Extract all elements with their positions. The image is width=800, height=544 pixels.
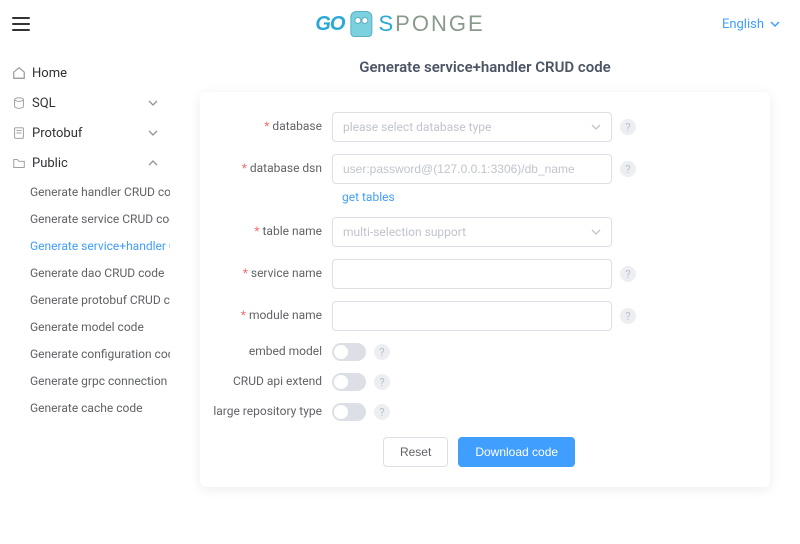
get-tables-link[interactable]: get tables [342, 190, 395, 204]
form-actions: Reset Download code [212, 437, 746, 467]
sidebar-subitem[interactable]: Generate handler CRUD code [0, 178, 170, 205]
menu-toggle-icon[interactable] [12, 17, 30, 31]
sidebar-item-label: SQL [32, 96, 56, 111]
form-row-large-repo: large repository type ? [212, 403, 746, 421]
reset-button[interactable]: Reset [383, 437, 448, 467]
chevron-up-icon [148, 158, 158, 168]
dsn-input[interactable] [332, 154, 612, 184]
sidebar-item-public[interactable]: Public [0, 148, 170, 178]
form-row-dsn: *database dsn ? [212, 154, 746, 184]
table-name-label: *table name [212, 224, 332, 240]
chevron-down-icon [148, 128, 158, 138]
sidebar-item-label: Home [32, 66, 67, 81]
sidebar-subitem[interactable]: Generate service+handler CRUD [0, 232, 170, 259]
folder-icon [12, 156, 26, 170]
chevron-down-icon [770, 19, 780, 29]
logo-go-text: GO [315, 13, 344, 36]
crud-api-extend-switch[interactable] [332, 373, 366, 391]
sidebar-subitem[interactable]: Generate service CRUD code [0, 205, 170, 232]
sidebar-subitem[interactable]: Generate dao CRUD code [0, 259, 170, 286]
sidebar-subitem[interactable]: Generate protobuf CRUD code [0, 286, 170, 313]
logo-sponge-text: SPONGE [378, 11, 484, 37]
chevron-down-icon [148, 98, 158, 108]
module-name-label: *module name [212, 308, 332, 324]
sidebar-subitem[interactable]: Generate model code [0, 313, 170, 340]
sidebar: Home SQL Protobuf Public Generate handle… [0, 48, 170, 544]
form-row-module-name: *module name ? [212, 301, 746, 331]
help-icon[interactable]: ? [620, 119, 636, 135]
sidebar-item-label: Public [32, 156, 68, 171]
form-row-crud-api-extend: CRUD api extend ? [212, 373, 746, 391]
page-title: Generate service+handler CRUD code [200, 58, 770, 76]
document-icon [12, 126, 26, 140]
get-tables-row: get tables [342, 190, 746, 205]
database-label: *database [212, 119, 332, 135]
help-icon[interactable]: ? [374, 374, 390, 390]
select-placeholder: multi-selection support [343, 225, 466, 239]
header: GO SPONGE English [0, 0, 800, 48]
form-row-embed-model: embed model ? [212, 343, 746, 361]
sidebar-item-sql[interactable]: SQL [0, 88, 170, 118]
sidebar-item-label: Protobuf [32, 126, 82, 141]
crud-api-extend-label: CRUD api extend [212, 374, 332, 390]
language-label: English [722, 17, 764, 32]
logo: GO SPONGE [315, 11, 484, 37]
sidebar-subitem[interactable]: Generate configuration code [0, 340, 170, 367]
form-card: *database please select database type ? … [200, 92, 770, 487]
form-row-service-name: *service name ? [212, 259, 746, 289]
embed-model-switch[interactable] [332, 343, 366, 361]
database-icon [12, 96, 26, 110]
download-code-button[interactable]: Download code [458, 437, 575, 467]
language-selector[interactable]: English [722, 17, 780, 32]
help-icon[interactable]: ? [374, 404, 390, 420]
sidebar-subitem[interactable]: Generate cache code [0, 394, 170, 421]
help-icon[interactable]: ? [374, 344, 390, 360]
form-row-database: *database please select database type ? [212, 112, 746, 142]
chevron-down-icon [591, 227, 601, 237]
main-content: Generate service+handler CRUD code *data… [170, 48, 800, 544]
service-name-input[interactable] [332, 259, 612, 289]
module-name-input[interactable] [332, 301, 612, 331]
service-name-label: *service name [212, 266, 332, 282]
gopher-icon [350, 11, 372, 37]
help-icon[interactable]: ? [620, 161, 636, 177]
form-row-table-name: *table name multi-selection support [212, 217, 746, 247]
help-icon[interactable]: ? [620, 266, 636, 282]
embed-model-label: embed model [212, 344, 332, 360]
sidebar-item-home[interactable]: Home [0, 58, 170, 88]
chevron-down-icon [591, 122, 601, 132]
select-placeholder: please select database type [343, 120, 491, 134]
sidebar-item-protobuf[interactable]: Protobuf [0, 118, 170, 148]
dsn-label: *database dsn [212, 161, 332, 177]
database-select[interactable]: please select database type [332, 112, 612, 142]
large-repo-label: large repository type [212, 404, 332, 420]
help-icon[interactable]: ? [620, 308, 636, 324]
table-name-select[interactable]: multi-selection support [332, 217, 612, 247]
large-repo-switch[interactable] [332, 403, 366, 421]
home-icon [12, 66, 26, 80]
sidebar-subitem[interactable]: Generate grpc connection code [0, 367, 170, 394]
